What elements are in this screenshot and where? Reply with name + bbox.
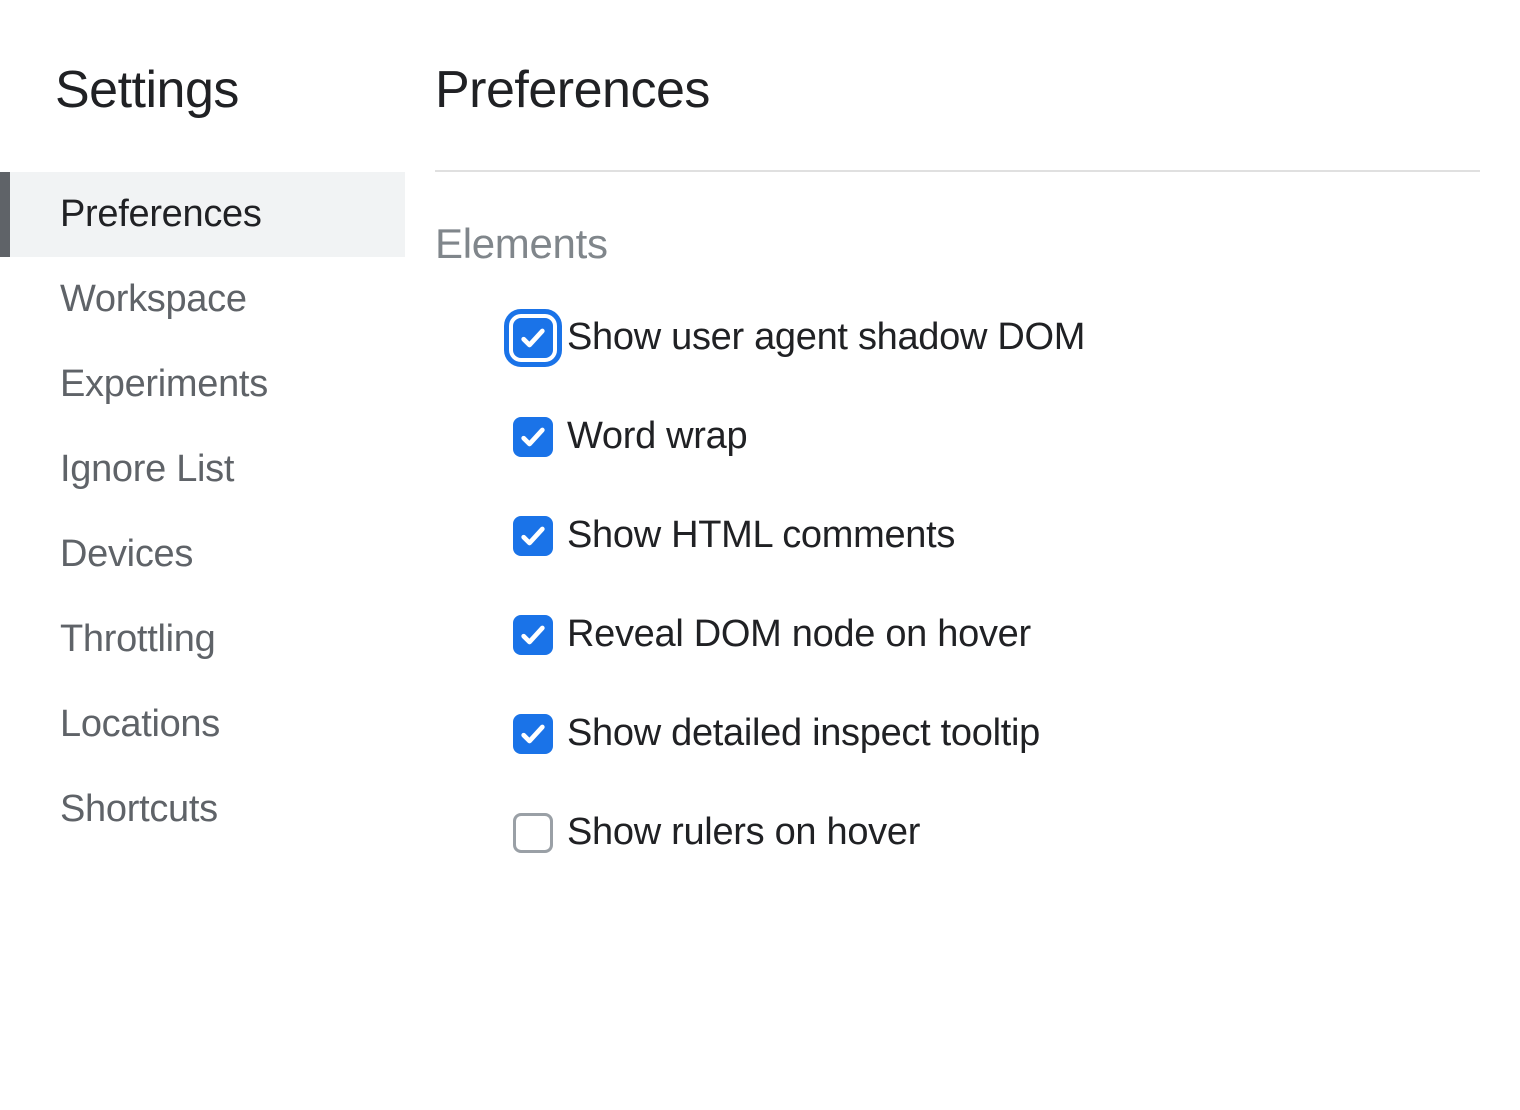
checkbox-show-rulers-on-hover[interactable]: Show rulers on hover — [513, 811, 1480, 854]
checkbox-show-html-comments[interactable]: Show HTML comments — [513, 514, 1480, 557]
check-icon — [519, 621, 547, 649]
sidebar-item-preferences[interactable]: Preferences — [0, 172, 405, 257]
checkbox-word-wrap[interactable]: Word wrap — [513, 415, 1480, 458]
sidebar-title: Settings — [0, 60, 405, 120]
checkbox-show-user-agent-shadow-dom[interactable]: Show user agent shadow DOM — [513, 316, 1480, 359]
checkbox-icon — [513, 516, 553, 556]
sidebar-item-shortcuts[interactable]: Shortcuts — [0, 767, 405, 852]
checkbox-icon — [513, 318, 553, 358]
check-icon — [519, 720, 547, 748]
section-title-elements: Elements — [435, 220, 1480, 268]
checkbox-label: Show user agent shadow DOM — [567, 316, 1085, 359]
settings-sidebar: Settings Preferences Workspace Experimen… — [0, 0, 405, 1110]
checkbox-icon — [513, 417, 553, 457]
sidebar-item-label: Locations — [60, 703, 220, 745]
checkbox-label: Show HTML comments — [567, 514, 955, 557]
checkbox-icon — [513, 714, 553, 754]
sidebar-item-locations[interactable]: Locations — [0, 682, 405, 767]
checkbox-list: Show user agent shadow DOM Word wrap Sho… — [435, 316, 1480, 854]
check-icon — [519, 522, 547, 550]
sidebar-item-throttling[interactable]: Throttling — [0, 597, 405, 682]
sidebar-nav: Preferences Workspace Experiments Ignore… — [0, 172, 405, 852]
main-content: Preferences Elements Show user agent sha… — [405, 0, 1520, 1110]
sidebar-item-label: Devices — [60, 533, 193, 575]
checkbox-label: Reveal DOM node on hover — [567, 613, 1031, 656]
sidebar-item-label: Experiments — [60, 363, 268, 405]
sidebar-item-experiments[interactable]: Experiments — [0, 342, 405, 427]
checkbox-label: Word wrap — [567, 415, 747, 458]
sidebar-item-label: Throttling — [60, 618, 215, 660]
sidebar-item-workspace[interactable]: Workspace — [0, 257, 405, 342]
checkbox-icon — [513, 615, 553, 655]
check-icon — [519, 324, 547, 352]
check-icon — [519, 423, 547, 451]
sidebar-item-devices[interactable]: Devices — [0, 512, 405, 597]
checkbox-show-detailed-inspect-tooltip[interactable]: Show detailed inspect tooltip — [513, 712, 1480, 755]
sidebar-item-label: Workspace — [60, 278, 247, 320]
sidebar-item-label: Preferences — [60, 193, 262, 235]
checkbox-label: Show detailed inspect tooltip — [567, 712, 1040, 755]
checkbox-label: Show rulers on hover — [567, 811, 920, 854]
checkbox-reveal-dom-node-on-hover[interactable]: Reveal DOM node on hover — [513, 613, 1480, 656]
sidebar-item-ignore-list[interactable]: Ignore List — [0, 427, 405, 512]
page-title: Preferences — [435, 60, 1480, 120]
sidebar-item-label: Shortcuts — [60, 788, 218, 830]
sidebar-item-label: Ignore List — [60, 448, 234, 490]
divider — [435, 170, 1480, 172]
checkbox-icon — [513, 813, 553, 853]
